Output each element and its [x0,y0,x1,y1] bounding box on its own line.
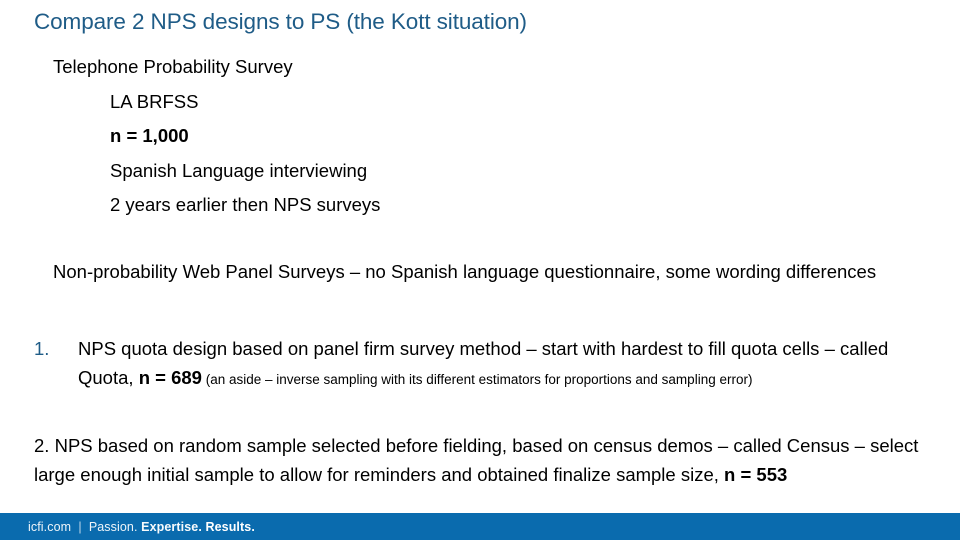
numbered-item-1-marker: 1. [34,338,50,359]
outline-body: Telephone Probability Survey LA BRFSS n … [0,50,960,223]
outline-level1-item: Telephone Probability Survey [53,56,293,77]
numbered-item-2-sample-size: n = 553 [724,464,788,485]
footer-word-expertise: Expertise. [141,519,206,534]
footer-word-passion: Passion. [88,519,142,534]
numbered-item-1-aside: (an aside – inverse sampling with its di… [201,372,753,387]
page-title: Compare 2 NPS designs to PS (the Kott si… [34,9,527,34]
outline-level2-item-years-earlier: 2 years earlier then NPS surveys [110,194,381,215]
footer-bar: icfi.com | Passion. Expertise. Results. [0,513,960,540]
numbered-item-1: 1. NPS quota design based on panel firm … [34,334,924,392]
outline-level2-item-sample-size: n = 1,000 [110,125,189,146]
slide-canvas: Compare 2 NPS designs to PS (the Kott si… [0,0,960,540]
footer-separator: | [71,519,89,534]
footer-tagline: icfi.com | Passion. Expertise. Results. [0,520,255,534]
outline-level2-item-spanish-language: Spanish Language interviewing [110,159,368,181]
numbered-item-1-text: NPS quota design based on panel firm sur… [34,334,924,392]
numbered-item-1-sample-size: n = 689 [138,367,202,388]
non-probability-paragraph: Non-probability Web Panel Surveys – no S… [53,261,877,282]
footer-word-results: Results. [205,519,255,534]
footer-site-label: icfi.com [28,519,72,534]
outline-level2-item-la-brfss: LA BRFSS [110,90,199,112]
numbered-item-2: 2. NPS based on random sample selected b… [34,431,926,489]
numbered-item-2-marker: 2. [34,435,50,456]
